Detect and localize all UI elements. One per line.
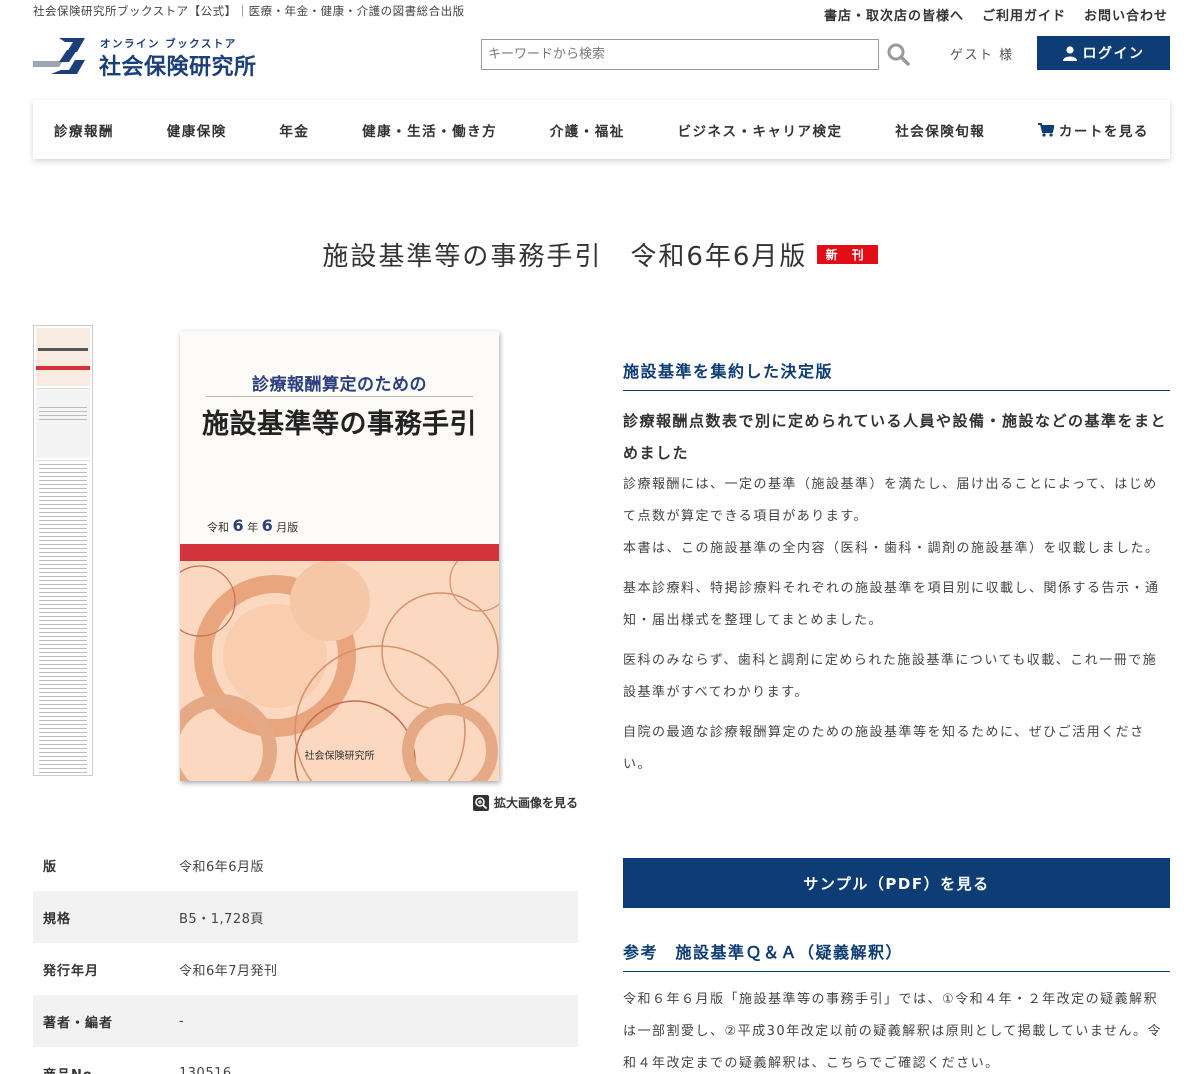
cover-edition-year: 6: [232, 516, 244, 535]
description-paragraph: 本書は、この施設基準の全内容（医科・歯科・調剤の施設基準）を収載しました。: [623, 541, 1160, 556]
thumbnail-cover[interactable]: [36, 328, 90, 386]
description-paragraph: 医科のみならず、歯科と調剤に定められた施設基準についても収載、これ一冊で施設基準…: [623, 653, 1158, 700]
spec-label: 版: [43, 859, 58, 875]
zoom-image-link[interactable]: 拡大画像を見る: [473, 794, 578, 811]
description-paragraph: 基本診療料、特掲診療料それぞれの施設基準を項目別に収載し、関係する告示・通知・届…: [623, 581, 1160, 628]
description-paragraph: 診療報酬には、一定の基準（施設基準）を満たし、届け出ることによって、はじめて点数…: [623, 477, 1158, 524]
nav-item-health-life-work[interactable]: 健康・生活・働き方: [362, 120, 497, 140]
nav-item-cart[interactable]: カートを見る: [1037, 120, 1149, 140]
site-tagline: 社会保険研究所ブックストア【公式】｜医療・年金・健康・介護の図書総合出版: [33, 4, 465, 18]
spec-row-author: 著者・編者 -: [33, 995, 578, 1047]
reference-section: 参考 施設基準Ｑ＆Ａ（疑義解釈） 令和６年６月版「施設基準等の事務手引」では、①…: [623, 939, 1170, 1074]
reference-text: 令和６年６月版「施設基準等の事務手引」では、①令和４年・２年改定の疑義解釈は一部…: [623, 992, 1163, 1071]
logo-mark-icon: [33, 38, 85, 74]
book-cover-image[interactable]: 診療報酬算定のための 施設基準等の事務手引 令和 6 年 6 月版 社会保険研究…: [180, 331, 499, 781]
link-contact[interactable]: お問い合わせ: [1084, 5, 1168, 24]
spec-value: 130516: [179, 1065, 232, 1074]
login-label: ログイン: [1082, 46, 1145, 62]
reference-heading: 参考 施設基準Ｑ＆Ａ（疑義解釈）: [623, 939, 1170, 972]
thumbnail-cover-title: [38, 348, 88, 351]
search-icon[interactable]: [886, 42, 910, 66]
description-lead: 診療報酬点数表で別に定められている人員や設備・施設などの基準をまとめました: [623, 412, 1168, 462]
cover-publisher: 社会保険研究所: [304, 751, 375, 762]
thumbnail-page[interactable]: [36, 460, 90, 775]
spec-value: -: [179, 1013, 185, 1029]
nav-item-cart-label: カートを見る: [1058, 123, 1149, 140]
cover-subtitle: 診療報酬算定のための: [252, 375, 427, 395]
search-input[interactable]: [481, 39, 879, 70]
magnifier-plus-icon: [473, 794, 489, 811]
nav-item-shunpo[interactable]: 社会保険旬報: [895, 120, 985, 140]
nav-item-business-career[interactable]: ビジネス・キャリア検定: [678, 120, 843, 140]
product-title: 施設基準等の事務手引 令和6年6月版: [322, 242, 808, 272]
login-button[interactable]: ログイン: [1037, 36, 1170, 70]
guest-label: ゲスト 様: [950, 48, 1014, 63]
cover-edition-mid: 年: [247, 521, 259, 534]
nav-item-pension[interactable]: 年金: [279, 120, 309, 140]
sample-pdf-button[interactable]: サンプル（PDF）を見る: [623, 858, 1170, 908]
nav-item-care-welfare[interactable]: 介護・福祉: [550, 120, 625, 140]
nav-item-health-insurance[interactable]: 健康保険: [167, 120, 227, 140]
site-logo[interactable]: オンライン ブックストア 社会保険研究所: [33, 36, 283, 80]
spec-table: 版 令和6年6月版 規格 B5・1,728頁 発行年月 令和6年7月発刊 著者・…: [33, 839, 578, 1074]
spec-label: 発行年月: [43, 963, 100, 979]
cover-edition-prefix: 令和: [207, 521, 229, 534]
spec-value: B5・1,728頁: [179, 911, 264, 927]
cover-edition: 令和 6 年 6 月版: [207, 516, 298, 535]
new-release-badge: 新 刊: [816, 245, 878, 264]
spec-row-edition: 版 令和6年6月版: [33, 839, 578, 891]
cover-edition-suffix: 月版: [276, 521, 299, 534]
main-nav: 診療報酬 健康保険 年金 健康・生活・働き方 介護・福祉 ビジネス・キャリア検定…: [33, 100, 1170, 159]
spec-row-format: 規格 B5・1,728頁: [33, 891, 578, 943]
spec-label: 規格: [43, 911, 72, 927]
user-icon: [1062, 45, 1077, 61]
description-paragraph: 自院の最適な診療報酬算定のための施設基準等を知るために、ぜひご活用ください。: [623, 725, 1145, 772]
top-bar: 社会保険研究所ブックストア【公式】｜医療・年金・健康・介護の図書総合出版 書店・…: [0, 0, 1200, 26]
cover-title: 施設基準等の事務手引: [202, 409, 477, 440]
thumbnail-page[interactable]: [36, 388, 90, 458]
product-description: 施設基準を集約した決定版 診療報酬点数表で別に定められている人員や設備・施設など…: [623, 358, 1170, 781]
product-title-row: 施設基準等の事務手引 令和6年6月版 新 刊: [0, 236, 1200, 273]
spec-label: 著者・編者: [43, 1015, 114, 1031]
thumbnail-strip[interactable]: [33, 325, 93, 776]
cart-icon: [1037, 122, 1054, 137]
link-bookstores[interactable]: 書店・取次店の皆様へ: [824, 5, 964, 24]
zoom-label: 拡大画像を見る: [494, 796, 579, 810]
thumbnail-cover-band: [36, 366, 90, 370]
spec-row-publish-date: 発行年月 令和6年7月発刊: [33, 943, 578, 995]
nav-item-medical-fees[interactable]: 診療報酬: [54, 120, 114, 140]
logo-title: 社会保険研究所: [99, 55, 257, 80]
cover-red-band: [180, 544, 499, 561]
link-guide[interactable]: ご利用ガイド: [982, 5, 1066, 24]
spec-label: 商品No: [33, 1064, 179, 1074]
spec-row-product-no: 商品No 130516: [33, 1047, 578, 1074]
top-links: 書店・取次店の皆様へ ご利用ガイド お問い合わせ: [824, 5, 1168, 24]
description-heading: 施設基準を集約した決定版: [623, 358, 1170, 391]
cover-divider: [206, 396, 473, 397]
spec-value: 令和6年7月発刊: [179, 963, 278, 979]
spec-value: 令和6年6月版: [179, 859, 265, 875]
cover-edition-month: 6: [261, 516, 273, 535]
